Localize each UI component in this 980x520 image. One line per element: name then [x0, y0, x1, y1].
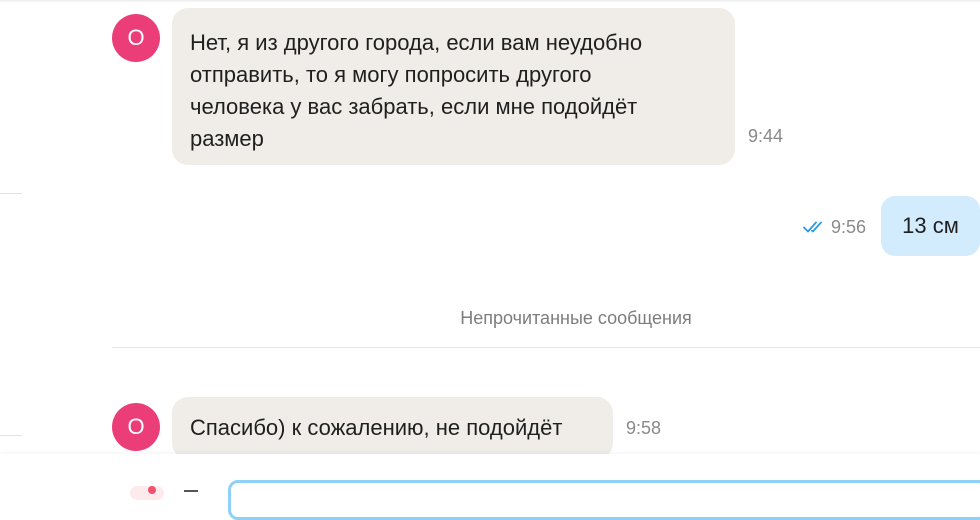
unread-divider-line [112, 347, 980, 348]
message-time: 9:44 [748, 126, 784, 146]
double-check-icon [803, 221, 822, 233]
message-time: 9:58 [626, 418, 662, 438]
message-status: 9:56 [803, 217, 866, 237]
message-time: 9:56 [831, 217, 867, 237]
incoming-message-bubble[interactable]: Спасибо) к сожалению, не подойдёт [172, 397, 613, 459]
message-input[interactable] [228, 480, 980, 520]
chat-list-divider [0, 435, 22, 436]
attach-indicator [148, 486, 156, 494]
message-text: Спасибо) к сожалению, не подойдёт [190, 415, 563, 440]
outgoing-message-bubble[interactable]: 13 см [881, 196, 980, 256]
attach-highlight [130, 486, 164, 500]
message-text: 13 см [902, 213, 959, 238]
paperclip-icon[interactable] [130, 478, 166, 500]
sender-avatar[interactable]: О [112, 14, 160, 62]
incoming-message-bubble[interactable]: Нет, я из другого города, если вам неудо… [172, 8, 735, 165]
unread-divider-label: Непрочитанные сообщения [460, 308, 692, 328]
sender-avatar[interactable]: О [112, 403, 160, 451]
header-shadow [0, 0, 980, 3]
emoji-icon[interactable] [184, 490, 198, 498]
message-text: Нет, я из другого города, если вам неудо… [190, 30, 643, 151]
chat-list-divider [0, 193, 22, 194]
